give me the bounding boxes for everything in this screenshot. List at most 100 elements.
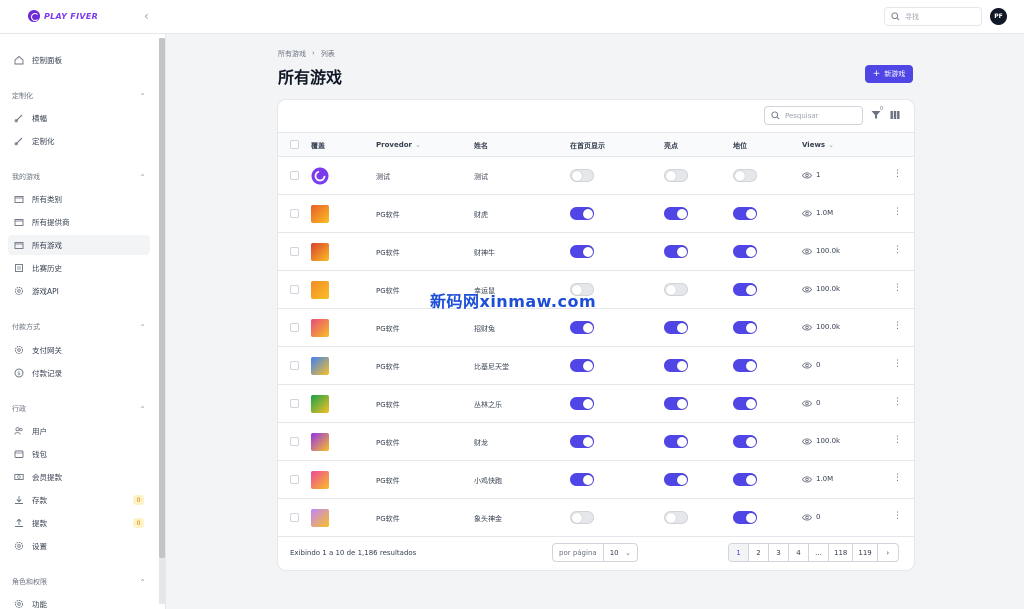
next-page-button[interactable]: ›: [878, 544, 898, 561]
home-toggle[interactable]: [570, 397, 594, 410]
featured-toggle[interactable]: [733, 435, 757, 448]
columns-icon[interactable]: [890, 110, 900, 120]
sidebar-item-all-categories[interactable]: 所有类别: [8, 189, 150, 209]
breadcrumb-root[interactable]: 所有游戏: [278, 49, 306, 59]
sidebar-item-deposits[interactable]: 存款 0: [8, 490, 150, 510]
sidebar-scrollbar-thumb[interactable]: [159, 38, 165, 558]
sidebar-item-functions[interactable]: 功能: [8, 594, 150, 609]
watermark-text: 新码网xinmaw.com: [430, 292, 597, 311]
page-button[interactable]: 3: [769, 544, 789, 561]
home-toggle[interactable]: [570, 207, 594, 220]
row-checkbox[interactable]: [290, 437, 299, 446]
featured-toggle[interactable]: [733, 397, 757, 410]
sidebar-item-match-history[interactable]: 比赛历史: [8, 258, 150, 278]
home-toggle[interactable]: [570, 169, 594, 182]
sidebar-item-all-providers[interactable]: 所有提供商: [8, 212, 150, 232]
featured-toggle[interactable]: [733, 207, 757, 220]
page-button[interactable]: 2: [749, 544, 769, 561]
row-checkbox[interactable]: [290, 285, 299, 294]
column-provider[interactable]: Provedor ⌄: [376, 141, 421, 149]
highlight-toggle[interactable]: [664, 283, 688, 296]
highlight-toggle[interactable]: [664, 473, 688, 486]
featured-toggle[interactable]: [733, 169, 757, 182]
sidebar-group-roles[interactable]: 角色和权限 ⌃: [12, 575, 146, 589]
highlight-toggle[interactable]: [664, 511, 688, 524]
page-button[interactable]: 4: [789, 544, 809, 561]
sidebar-group-my-games[interactable]: 我的游戏 ⌃: [12, 170, 146, 184]
highlight-toggle[interactable]: [664, 169, 688, 182]
sidebar-item-settings[interactable]: 设置: [8, 536, 150, 556]
sidebar-item-withdrawals[interactable]: 提款 0: [8, 513, 150, 533]
sidebar-collapse-button[interactable]: ‹: [144, 9, 149, 23]
global-search[interactable]: [884, 7, 982, 26]
row-actions-kebab-icon[interactable]: ⋮: [893, 208, 902, 217]
row-actions-kebab-icon[interactable]: ⋮: [893, 360, 902, 369]
home-toggle[interactable]: [570, 245, 594, 258]
page-button[interactable]: 119: [853, 544, 878, 561]
per-page-select[interactable]: por página 10 ⌄: [552, 543, 638, 562]
sidebar-item-users[interactable]: 用户: [8, 421, 150, 441]
sidebar-item-all-games[interactable]: 所有游戏: [8, 235, 150, 255]
highlight-toggle[interactable]: [664, 245, 688, 258]
highlight-toggle[interactable]: [664, 435, 688, 448]
row-checkbox[interactable]: [290, 209, 299, 218]
home-toggle[interactable]: [570, 473, 594, 486]
views-cell: 0: [802, 361, 820, 369]
featured-toggle[interactable]: [733, 283, 757, 296]
row-checkbox[interactable]: [290, 323, 299, 332]
user-avatar[interactable]: PF: [990, 8, 1007, 25]
row-actions-kebab-icon[interactable]: ⋮: [893, 246, 902, 255]
sidebar-item-payment-gateway[interactable]: 支付网关: [8, 340, 150, 360]
sidebar-item-banners[interactable]: 横幅: [8, 108, 150, 128]
sidebar-item-member-withdrawals[interactable]: 会员提款: [8, 467, 150, 487]
new-game-button[interactable]: + 新游戏: [865, 65, 913, 83]
home-toggle[interactable]: [570, 359, 594, 372]
row-checkbox[interactable]: [290, 247, 299, 256]
row-actions-kebab-icon[interactable]: ⋮: [893, 322, 902, 331]
page-button[interactable]: 1: [729, 544, 749, 561]
sidebar-item-label: 功能: [32, 599, 47, 609]
column-label: 地位: [733, 142, 747, 150]
row-checkbox[interactable]: [290, 361, 299, 370]
highlight-toggle[interactable]: [664, 321, 688, 334]
featured-toggle[interactable]: [733, 473, 757, 486]
row-checkbox[interactable]: [290, 399, 299, 408]
sidebar-item-game-api[interactable]: 游戏API: [8, 281, 150, 301]
featured-toggle[interactable]: [733, 245, 757, 258]
highlight-toggle[interactable]: [664, 359, 688, 372]
game-cover-image: [311, 243, 329, 261]
row-actions-kebab-icon[interactable]: ⋮: [893, 170, 902, 179]
row-actions-kebab-icon[interactable]: ⋮: [893, 398, 902, 407]
sidebar-group-payment[interactable]: 付款方式 ⌃: [12, 320, 146, 334]
row-checkbox[interactable]: [290, 171, 299, 180]
column-views[interactable]: Views ⌄: [802, 141, 834, 149]
row-actions-kebab-icon[interactable]: ⋮: [893, 436, 902, 445]
row-actions-kebab-icon[interactable]: ⋮: [893, 284, 902, 293]
sidebar-item-customization[interactable]: 定制化: [8, 131, 150, 151]
featured-toggle[interactable]: [733, 321, 757, 334]
sidebar-group-admin[interactable]: 行政 ⌃: [12, 402, 146, 416]
featured-toggle[interactable]: [733, 511, 757, 524]
highlight-toggle[interactable]: [664, 207, 688, 220]
sidebar-group-customize[interactable]: 定制化 ⌃: [12, 89, 146, 103]
row-checkbox[interactable]: [290, 513, 299, 522]
row-checkbox[interactable]: [290, 475, 299, 484]
page-button[interactable]: 118: [829, 544, 854, 561]
views-cell: 1: [802, 171, 820, 179]
sidebar-item-dashboard[interactable]: 控制面板: [8, 50, 150, 70]
highlight-toggle[interactable]: [664, 397, 688, 410]
table-search[interactable]: [764, 106, 863, 125]
global-search-input[interactable]: [905, 12, 975, 21]
featured-toggle[interactable]: [733, 359, 757, 372]
sidebar-item-wallet[interactable]: 钱包: [8, 444, 150, 464]
app-logo[interactable]: PLAY FIVER: [28, 10, 98, 22]
row-actions-kebab-icon[interactable]: ⋮: [893, 512, 902, 521]
sidebar-scrollbar[interactable]: [159, 38, 165, 604]
table-search-input[interactable]: [785, 111, 855, 120]
row-actions-kebab-icon[interactable]: ⋮: [893, 474, 902, 483]
home-toggle[interactable]: [570, 511, 594, 524]
sidebar-item-payment-records[interactable]: $ 付款记录: [8, 363, 150, 383]
home-toggle[interactable]: [570, 321, 594, 334]
select-all-checkbox[interactable]: [290, 140, 299, 149]
home-toggle[interactable]: [570, 435, 594, 448]
